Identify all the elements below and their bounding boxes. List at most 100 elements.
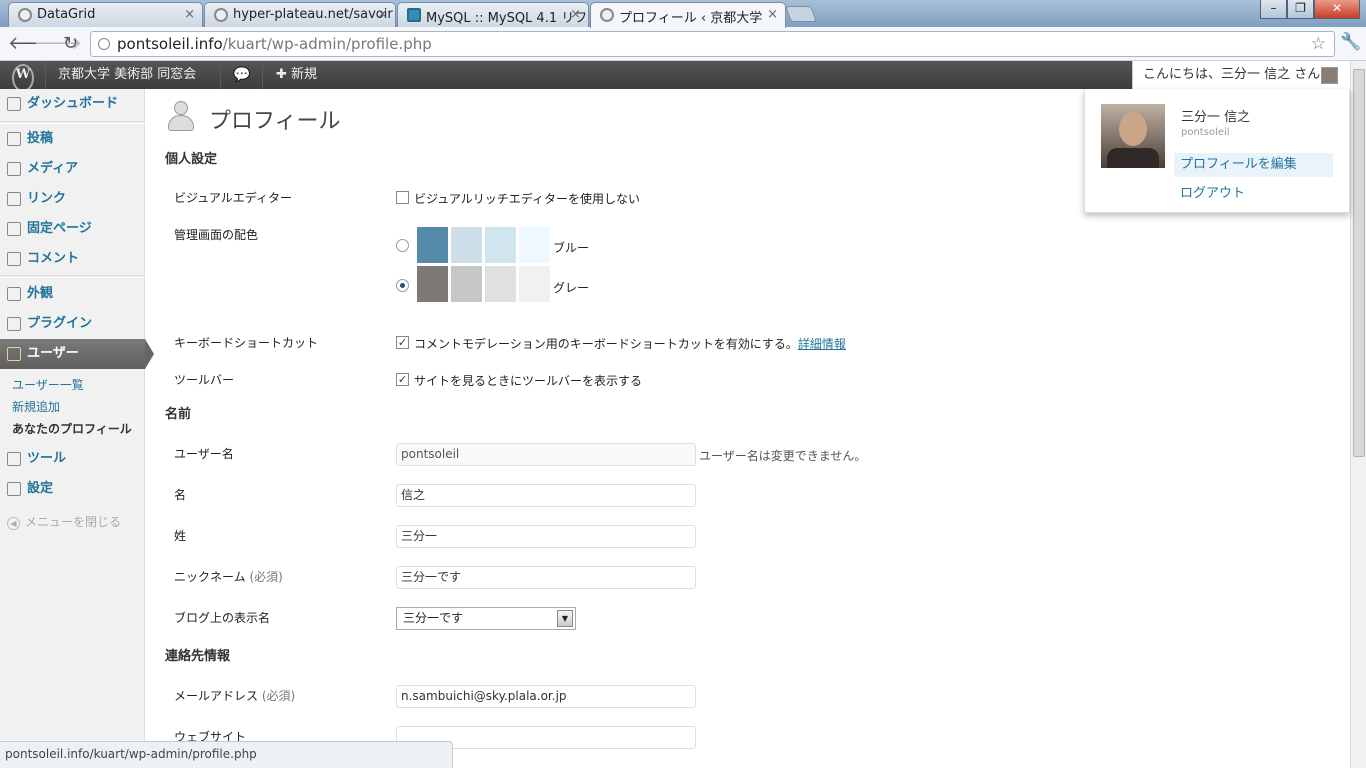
- url-path: /kuart/wp-admin/profile.php: [222, 35, 432, 53]
- browser-tab-profile[interactable]: プロフィール ‹ 京都大学 ×: [590, 2, 786, 28]
- browser-tab-hyper-plateau[interactable]: hyper-plateau.net/savoir ×: [204, 2, 396, 27]
- divider: [220, 61, 221, 89]
- close-icon[interactable]: ×: [377, 7, 388, 22]
- sidebar-item-label: 固定ページ: [27, 221, 92, 236]
- avatar: [1101, 104, 1165, 168]
- logout-link[interactable]: ログアウト: [1180, 182, 1245, 201]
- chevron-down-icon[interactable]: ▼: [557, 610, 573, 627]
- divider: [262, 61, 263, 89]
- nickname-label-text: ニックネーム: [174, 570, 246, 584]
- page-icon: [7, 222, 21, 236]
- keyboard-shortcuts-label: キーボードショートカット: [174, 336, 319, 350]
- toolbar-label: ツールバー: [174, 373, 235, 387]
- blue-swatch-2: [451, 227, 482, 263]
- new-content-menu[interactable]: ✚ 新規: [276, 61, 317, 89]
- color-scheme-gray-radio[interactable]: [396, 279, 409, 292]
- sidebar-item-posts[interactable]: 投稿: [0, 124, 145, 154]
- sidebar-item-settings[interactable]: 設定: [0, 474, 145, 504]
- plus-icon: ✚: [276, 67, 292, 82]
- sidebar-item-pages[interactable]: 固定ページ: [0, 214, 145, 244]
- comment-icon: [7, 252, 21, 266]
- first-name-field[interactable]: 信之: [396, 484, 696, 507]
- display-name-select[interactable]: 三分一です ▼: [396, 607, 576, 630]
- close-window-button[interactable]: ✕: [1314, 0, 1360, 19]
- close-icon[interactable]: ×: [767, 7, 778, 22]
- howdy-text: こんにちは、三分一 信之 さん！: [1143, 67, 1334, 82]
- globe-icon: [214, 8, 228, 22]
- reload-icon[interactable]: ↻: [63, 33, 78, 54]
- account-dropdown: 三分一 信之 pontsoleil プロフィールを編集 ログアウト: [1084, 89, 1350, 213]
- username-label: ユーザー名: [174, 447, 234, 461]
- admin-sidebar: ダッシュボード 投稿 メディア リンク 固定ページ コメント 外観 プラグイン …: [0, 89, 154, 768]
- scrollbar-thumb[interactable]: [1353, 69, 1365, 457]
- more-info-link[interactable]: 詳細情報: [798, 337, 846, 351]
- required-note: (必須): [249, 570, 283, 584]
- edit-profile-link[interactable]: プロフィールを編集: [1174, 153, 1333, 177]
- wordpress-logo-icon[interactable]: W: [12, 64, 34, 92]
- sidebar-item-label: 外観: [27, 286, 54, 301]
- keyboard-shortcuts-checkbox[interactable]: ✓: [396, 336, 409, 349]
- status-bar-url: pontsoleil.info/kuart/wp-admin/profile.p…: [0, 741, 453, 768]
- blue-swatch-1: [417, 227, 448, 263]
- color-scheme-label: 管理画面の配色: [174, 228, 259, 242]
- nickname-field[interactable]: 三分一です: [396, 566, 696, 589]
- color-scheme-blue-label: ブルー: [553, 241, 590, 255]
- collapse-menu-button[interactable]: ◀ メニューを閉じる: [7, 513, 121, 530]
- close-icon[interactable]: ×: [570, 7, 581, 22]
- toolbar-checkbox[interactable]: ✓: [396, 373, 409, 386]
- avatar-small: [1321, 67, 1338, 84]
- last-name-field[interactable]: 三分一: [396, 525, 696, 548]
- sidebar-item-dashboard[interactable]: ダッシュボード: [0, 89, 145, 119]
- login-name: pontsoleil: [1181, 127, 1230, 138]
- required-note: (必須): [261, 689, 296, 703]
- email-field[interactable]: n.sambuichi@sky.plala.or.jp: [396, 685, 696, 708]
- new-tab-button[interactable]: [785, 6, 817, 22]
- collapse-label: メニューを閉じる: [25, 515, 122, 529]
- divider: [45, 61, 46, 89]
- submenu-add-new[interactable]: 新規追加: [12, 398, 60, 415]
- display-name-selected: 三分一です: [403, 611, 464, 625]
- sidebar-item-links[interactable]: リンク: [0, 184, 145, 214]
- wp-admin-bar: W 京都大学 美術部 同窓会 💬 ✚ 新規 こんにちは、三分一 信之 さん！: [0, 61, 1350, 92]
- sidebar-item-users[interactable]: ユーザー: [0, 339, 154, 369]
- my-account-menu[interactable]: こんにちは、三分一 信之 さん！: [1132, 61, 1350, 89]
- sidebar-item-comments[interactable]: コメント: [0, 244, 145, 274]
- visual-editor-checkbox[interactable]: [396, 191, 409, 204]
- url-host: pontsoleil.info: [117, 35, 223, 53]
- maximize-button[interactable]: ❐: [1287, 0, 1314, 19]
- address-bar[interactable]: pontsoleil.info/kuart/wp-admin/profile.p…: [90, 31, 1335, 57]
- vertical-scrollbar[interactable]: [1350, 61, 1366, 768]
- minimize-button[interactable]: –: [1260, 0, 1287, 19]
- email-label-text: メールアドレス: [174, 689, 259, 703]
- sidebar-item-media[interactable]: メディア: [0, 154, 145, 184]
- username-field: pontsoleil: [396, 443, 696, 466]
- sidebar-item-appearance[interactable]: 外観: [0, 279, 145, 309]
- sidebar-item-tools[interactable]: ツール: [0, 444, 145, 474]
- blue-swatch-4: [519, 227, 550, 263]
- gray-swatch-1: [417, 266, 448, 302]
- link-icon: [7, 192, 21, 206]
- sidebar-item-plugins[interactable]: プラグイン: [0, 309, 145, 339]
- browser-tab-datagrid[interactable]: DataGrid ×: [8, 2, 203, 27]
- first-name-label: 名: [174, 488, 187, 502]
- comment-icon[interactable]: 💬: [233, 61, 250, 89]
- color-scheme-blue-radio[interactable]: [396, 239, 409, 252]
- bookmark-star-icon[interactable]: ☆: [1311, 32, 1326, 56]
- users-icon: [166, 101, 200, 135]
- submenu-all-users[interactable]: ユーザー一覧: [12, 376, 84, 393]
- tab-title: DataGrid: [37, 7, 96, 22]
- section-name: 名前: [165, 407, 192, 422]
- settings-icon: [7, 482, 21, 496]
- email-label: メールアドレス (必須): [174, 687, 295, 704]
- sidebar-item-label: リンク: [27, 191, 67, 206]
- site-name-link[interactable]: 京都大学 美術部 同窓会: [58, 61, 196, 89]
- display-name-label: ブログ上の表示名: [174, 611, 271, 625]
- submenu-your-profile[interactable]: あなたのプロフィール: [12, 420, 132, 437]
- browser-tab-mysql[interactable]: MySQL :: MySQL 4.1 リフ ×: [397, 2, 589, 27]
- sidebar-item-label: コメント: [27, 251, 80, 266]
- browser-toolbar: 🡐 🡒 ↻ pontsoleil.info/kuart/wp-admin/pro…: [0, 27, 1366, 61]
- section-contact-info: 連絡先情報: [165, 649, 231, 664]
- close-icon[interactable]: ×: [184, 7, 195, 22]
- globe-icon: [18, 8, 32, 22]
- wrench-icon[interactable]: 🔧: [1340, 32, 1361, 52]
